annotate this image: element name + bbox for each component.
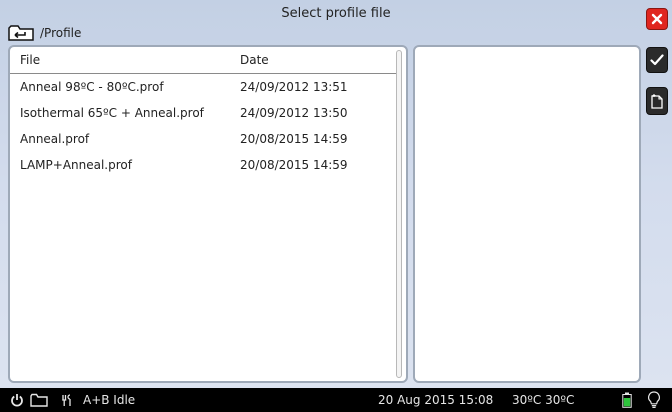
close-icon (651, 13, 663, 25)
file-name: Isothermal 65ºC + Anneal.prof (20, 106, 204, 120)
current-path: /Profile (40, 26, 82, 40)
checkmark-icon (650, 54, 664, 66)
folder-back-icon (8, 25, 34, 41)
power-icon (11, 394, 23, 407)
file-date: 20/08/2015 14:59 (240, 158, 348, 172)
folder-icon (30, 393, 48, 407)
battery-status (622, 388, 632, 412)
table-row[interactable]: Anneal.prof 20/08/2015 14:59 (10, 126, 396, 152)
tools-button[interactable] (60, 388, 74, 412)
table-header: File Date (10, 47, 396, 74)
bulb-icon (648, 391, 660, 408)
status-bar: A+B Idle 20 Aug 2015 15:08 30ºC 30ºC (0, 388, 672, 412)
file-date: 24/09/2012 13:51 (240, 80, 348, 94)
file-name: Anneal.prof (20, 132, 90, 146)
power-button[interactable] (10, 388, 24, 412)
folder-button[interactable] (30, 388, 48, 412)
table-row[interactable]: LAMP+Anneal.prof 20/08/2015 14:59 (10, 152, 396, 178)
file-date: 20/08/2015 14:59 (240, 132, 348, 146)
page-title: Select profile file (281, 6, 391, 21)
file-list-panel: File Date Anneal 98ºC - 80ºC.prof 24/09/… (8, 45, 408, 383)
file-name: LAMP+Anneal.prof (20, 158, 132, 172)
close-button[interactable] (646, 8, 668, 30)
path-bar: /Profile (8, 24, 81, 42)
light-status[interactable] (647, 388, 661, 412)
run-status: A+B Idle (83, 393, 136, 407)
column-header-date[interactable]: Date (240, 53, 396, 67)
new-file-icon (651, 94, 663, 109)
table-row[interactable]: Isothermal 65ºC + Anneal.prof 24/09/2012… (10, 100, 396, 126)
file-list-scrollbar[interactable] (396, 50, 402, 378)
battery-icon (622, 392, 632, 408)
file-preview-panel (413, 45, 641, 383)
table-row[interactable]: Anneal 98ºC - 80ºC.prof 24/09/2012 13:51 (10, 74, 396, 100)
file-table: File Date Anneal 98ºC - 80ºC.prof 24/09/… (10, 47, 396, 381)
file-date: 24/09/2012 13:50 (240, 106, 348, 120)
block-temperatures: 30ºC 30ºC (512, 393, 575, 407)
column-header-file[interactable]: File (10, 53, 240, 67)
tools-icon (62, 394, 71, 406)
folder-up-button[interactable] (8, 25, 34, 41)
screen: Select profile file /Profile File Date A… (0, 0, 672, 412)
new-file-button[interactable] (646, 87, 668, 115)
file-name: Anneal 98ºC - 80ºC.prof (20, 80, 164, 94)
confirm-button[interactable] (646, 47, 668, 73)
date-time: 20 Aug 2015 15:08 (378, 393, 494, 407)
